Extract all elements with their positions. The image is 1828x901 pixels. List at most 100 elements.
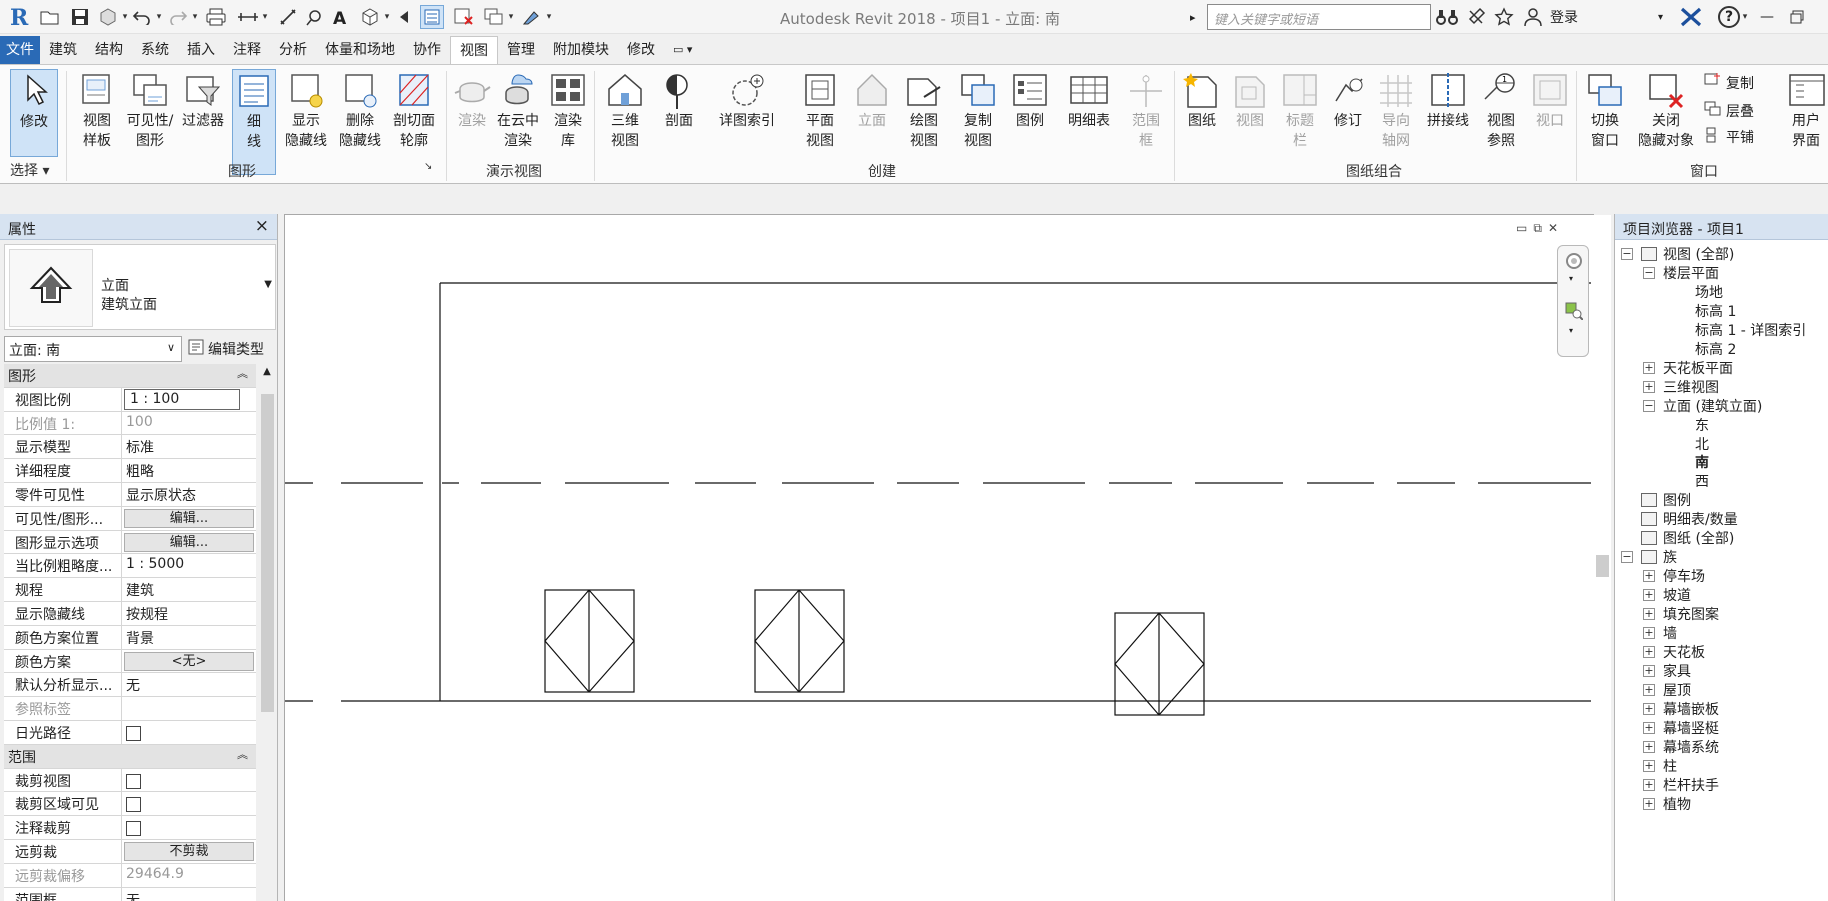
properties-scroll-thumb[interactable] (261, 394, 274, 712)
tree-node[interactable]: 视图 (全部) (1641, 244, 1734, 264)
3d-view-button[interactable]: 三维 视图 (600, 69, 650, 175)
property-value-cell[interactable]: 100 (122, 412, 256, 435)
login-label[interactable]: 登录 (1550, 5, 1578, 29)
property-value[interactable]: 29464.9 (126, 866, 184, 882)
property-value-cell[interactable] (122, 721, 256, 744)
property-value-cell[interactable]: 1 : 5000 (122, 554, 256, 577)
scroll-up-icon[interactable]: ▲ (258, 364, 276, 380)
navigation-bar[interactable]: ▾ ▾ (1557, 245, 1589, 357)
property-value[interactable]: 无 (126, 678, 140, 694)
expand-icon[interactable]: + (1643, 589, 1655, 602)
property-value[interactable]: 按规程 (126, 607, 168, 623)
customize-icon[interactable]: ▾ (520, 5, 554, 29)
print-icon[interactable] (204, 5, 228, 29)
expand-icon[interactable]: + (1643, 702, 1655, 715)
expand-icon[interactable]: + (1643, 570, 1655, 583)
plan-views-button[interactable]: 平面 视图 (796, 69, 844, 175)
minimize-icon[interactable]: — (1760, 5, 1774, 29)
user-interface-button[interactable]: 用户 界面 (1784, 69, 1828, 175)
panel-select-label[interactable]: 选择 ▾ (10, 160, 49, 180)
property-value-cell[interactable]: 29464.9 (122, 864, 256, 887)
tree-node[interactable]: 图纸 (全部) (1641, 528, 1734, 548)
login-dropdown-icon[interactable]: ▾ (1658, 5, 1663, 29)
property-checkbox[interactable] (126, 797, 141, 813)
expand-icon[interactable]: + (1643, 361, 1655, 374)
schedules-button[interactable]: 明细表 (1062, 69, 1116, 175)
aligned-dimension-icon[interactable] (276, 5, 300, 29)
cloud-render-button[interactable]: 在云中 渲染 (494, 69, 542, 175)
tab-manage[interactable]: 管理 (498, 36, 544, 64)
tab-collaborate[interactable]: 协作 (404, 36, 450, 64)
close-hidden-objects-button[interactable]: 关闭 隐藏对象 (1632, 69, 1700, 175)
window-element[interactable] (754, 589, 845, 693)
tab-massing-site[interactable]: 体量和场地 (316, 36, 404, 64)
tab-file[interactable]: 文件 (0, 36, 40, 64)
open-icon[interactable] (38, 5, 62, 29)
window-element[interactable] (544, 589, 635, 693)
expand-icon[interactable]: + (1643, 721, 1655, 734)
property-value[interactable]: 1 : 5000 (126, 556, 184, 572)
tree-node[interactable]: 东 (1695, 415, 1709, 435)
tab-systems[interactable]: 系统 (132, 36, 178, 64)
visibility-graphics-button[interactable]: 可见性/图形 (124, 69, 176, 175)
tree-node[interactable]: 标高 1 - 详图索引 (1695, 320, 1806, 340)
type-dropdown-icon[interactable]: ▼ (264, 279, 272, 290)
show-hidden-lines-button[interactable]: 显示 隐藏线 (280, 69, 332, 175)
tab-analyze[interactable]: 分析 (270, 36, 316, 64)
properties-scrollbar[interactable]: ▲ (258, 364, 276, 901)
graphics-dialog-launcher-icon[interactable]: ↘ (424, 161, 432, 172)
tree-node[interactable]: 西 (1695, 471, 1709, 491)
duplicate-view-button[interactable]: 复制 视图 (954, 69, 1002, 175)
tag-icon[interactable] (302, 5, 326, 29)
expand-icon[interactable]: + (1643, 759, 1655, 772)
thin-lines-button[interactable]: 细线 (232, 69, 276, 175)
section-icon[interactable] (394, 5, 418, 29)
property-checkbox[interactable] (126, 725, 141, 741)
tree-node[interactable]: 柱 (1663, 756, 1677, 776)
3d-view-icon[interactable]: ▾ (358, 5, 392, 29)
tree-node[interactable]: 图例 (1641, 490, 1691, 510)
tree-node[interactable]: 栏杆扶手 (1663, 775, 1719, 795)
matchline-button[interactable]: 拼接线 (1422, 69, 1474, 175)
expand-icon[interactable]: + (1643, 778, 1655, 791)
collapse-chevron-icon[interactable]: ︽ (237, 746, 248, 762)
window-element[interactable] (1114, 612, 1205, 716)
tree-node[interactable]: 家具 (1663, 661, 1691, 681)
property-value-cell[interactable] (122, 792, 256, 815)
expand-icon[interactable]: + (1643, 380, 1655, 393)
switch-windows-button[interactable]: 切换 窗口 (1580, 69, 1630, 175)
tree-node[interactable]: 立面 (建筑立面) (1663, 396, 1762, 416)
property-value[interactable]: 背景 (126, 631, 154, 647)
measure-icon[interactable]: ▾ (236, 5, 270, 29)
type-selector[interactable]: 立面 建筑立面 ▼ (4, 244, 276, 330)
tree-node[interactable]: 明细表/数量 (1641, 509, 1738, 529)
sync-icon[interactable]: ▾ (96, 5, 130, 29)
cascade-button[interactable]: 层叠 (1704, 101, 1754, 121)
collapse-chevron-icon[interactable]: ︽ (237, 365, 248, 381)
collapse-icon[interactable]: − (1621, 551, 1633, 564)
help-icon[interactable]: ? ▾ (1718, 5, 1750, 29)
section-button[interactable]: 剖面 (654, 69, 704, 175)
binoculars-icon[interactable] (1436, 5, 1458, 29)
tree-node[interactable]: 族 (1641, 547, 1677, 567)
property-value-cell[interactable]: 不剪裁 (122, 840, 256, 863)
tree-node[interactable]: 三维视图 (1663, 377, 1719, 397)
drafting-view-button[interactable]: 绘图 视图 (900, 69, 948, 175)
property-value[interactable]: 粗略 (126, 464, 154, 480)
view-templates-button[interactable]: 视图 样板 (72, 69, 122, 175)
expand-icon[interactable]: + (1643, 664, 1655, 677)
tab-view[interactable]: 视图 (450, 36, 498, 64)
property-edit-button[interactable]: 编辑... (124, 532, 254, 552)
expand-icon[interactable]: + (1643, 740, 1655, 753)
zoom-icon[interactable] (1565, 302, 1584, 324)
collapse-icon[interactable]: − (1643, 399, 1655, 412)
revisions-button[interactable]: 修订 (1326, 69, 1370, 175)
drawing-scrollbar[interactable] (1593, 215, 1611, 901)
filters-button[interactable]: 过滤器 (178, 69, 228, 175)
tree-node[interactable]: 标高 2 (1695, 339, 1736, 359)
switch-windows-icon[interactable]: ▾ (482, 5, 516, 29)
user-icon[interactable] (1524, 5, 1542, 29)
property-value-cell[interactable]: 粗略 (122, 459, 256, 482)
expand-icon[interactable]: + (1643, 608, 1655, 621)
elevation-drawing[interactable] (285, 215, 1591, 901)
